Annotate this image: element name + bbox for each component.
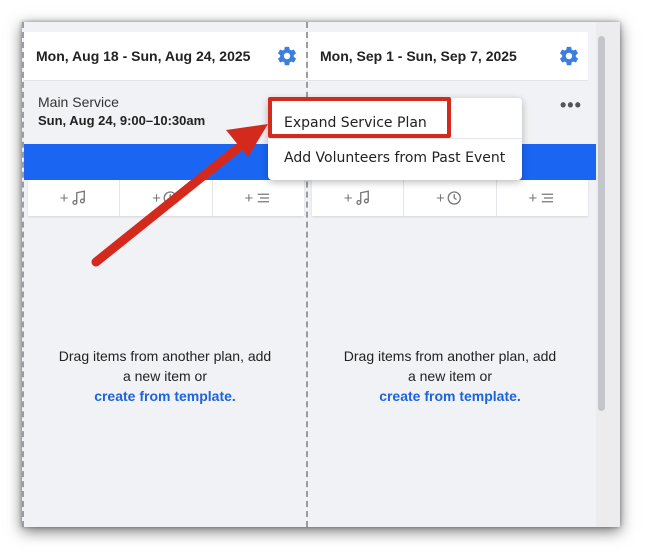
plus-label: + — [152, 189, 161, 207]
add-header-button[interactable]: + — [120, 180, 213, 216]
week-header-2: Mon, Sep 1 - Sun, Sep 7, 2025 — [308, 32, 588, 80]
expand-service-plan-item[interactable]: Expand Service Plan — [268, 104, 522, 142]
empty-plan-message: Drag items from another plan, add a new … — [24, 346, 306, 406]
add-header-button[interactable]: + — [404, 180, 497, 216]
plus-label: + — [343, 189, 353, 207]
clock-edit-icon — [163, 191, 177, 205]
plus-label: + — [59, 189, 69, 207]
plus-label: + — [244, 189, 254, 207]
gear-icon[interactable] — [276, 45, 298, 67]
week-column-1: Mon, Aug 18 - Sun, Aug 24, 2025 Main Ser… — [22, 22, 308, 527]
list-icon — [541, 193, 554, 203]
empty-line-1: Drag items from another plan, add — [58, 348, 272, 364]
music-note-icon — [71, 190, 85, 206]
plan-context-menu: Expand Service Plan Add Volunteers from … — [268, 98, 522, 180]
week-header-1: Mon, Aug 18 - Sun, Aug 24, 2025 — [24, 32, 306, 80]
empty-plan-message: Drag items from another plan, add a new … — [308, 346, 592, 406]
more-icon[interactable]: ••• — [560, 96, 582, 114]
add-song-button[interactable]: + — [28, 180, 121, 216]
plus-label: + — [528, 189, 538, 207]
plan-toolbar: + + + — [312, 180, 588, 216]
add-song-button[interactable]: + — [312, 180, 405, 216]
plan-name: Main Service — [38, 94, 119, 110]
plan-time: Sun, Aug 24, 9:00–10:30am — [38, 113, 206, 128]
empty-line-2: a new item or — [407, 368, 493, 384]
create-from-template-link[interactable]: create from template. — [24, 386, 306, 406]
week-title: Mon, Aug 18 - Sun, Aug 24, 2025 — [36, 48, 251, 64]
list-icon — [257, 193, 270, 203]
add-volunteers-item[interactable]: Add Volunteers from Past Event — [268, 138, 522, 176]
create-from-template-link[interactable]: create from template. — [308, 386, 592, 406]
empty-line-2: a new item or — [122, 368, 208, 384]
add-item-button[interactable]: + — [213, 180, 304, 216]
week-title: Mon, Sep 1 - Sun, Sep 7, 2025 — [320, 48, 517, 64]
plan-header-bar — [24, 144, 306, 180]
vertical-scrollbar[interactable] — [598, 36, 605, 411]
empty-line-1: Drag items from another plan, add — [343, 348, 557, 364]
service-plan-card[interactable]: Main Service Sun, Aug 24, 9:00–10:30am — [24, 84, 306, 144]
add-item-button[interactable]: + — [497, 180, 588, 216]
gear-icon[interactable] — [558, 45, 580, 67]
music-note-icon — [355, 190, 369, 206]
clock-edit-icon — [447, 191, 461, 205]
plus-label: + — [436, 189, 445, 207]
plan-toolbar: + + + — [28, 180, 304, 216]
